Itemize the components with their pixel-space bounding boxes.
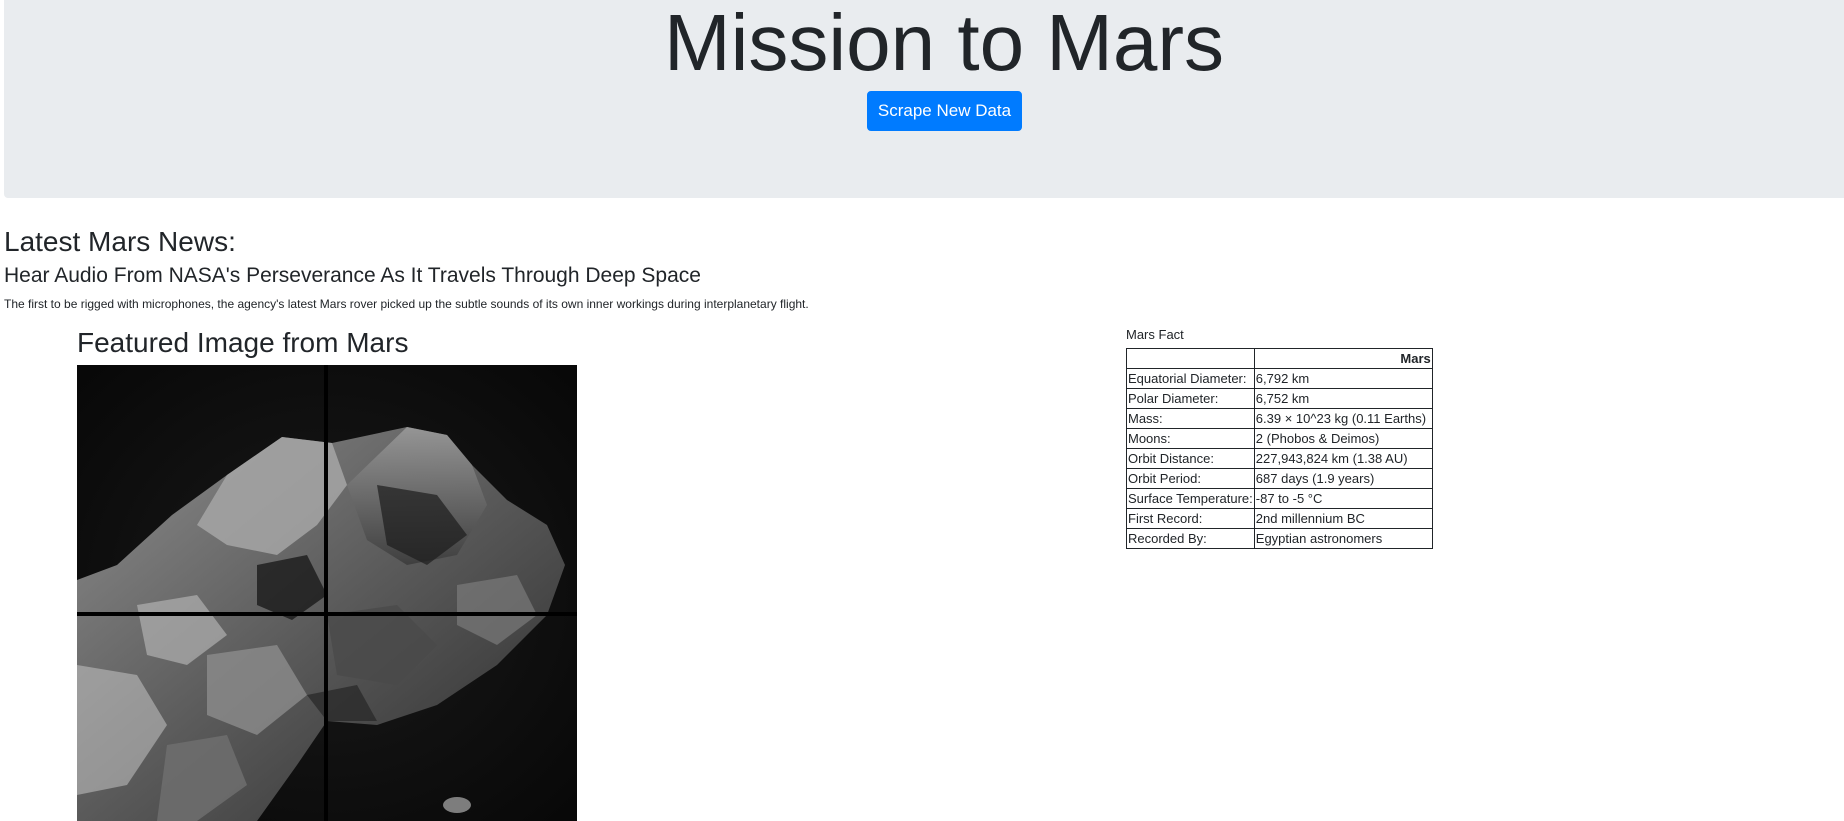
fact-label: First Record: [1126, 508, 1255, 529]
featured-image-heading: Featured Image from Mars [77, 327, 409, 358]
fact-value: 6,792 km [1253, 368, 1433, 389]
table-row: Orbit Period: 687 days (1.9 years) [1126, 468, 1433, 489]
table-header-mars: Mars [1253, 348, 1433, 369]
table-row: Equatorial Diameter: 6,792 km [1126, 368, 1433, 389]
mars-facts-table: Mars Equatorial Diameter: 6,792 km Polar… [1126, 348, 1433, 549]
table-row: Mass: 6.39 × 10^23 kg (0.11 Earths) [1126, 408, 1433, 429]
table-row: Surface Temperature: -87 to -5 °C [1126, 488, 1433, 509]
fact-value: Egyptian astronomers [1253, 528, 1433, 549]
fact-value: 687 days (1.9 years) [1253, 468, 1433, 489]
table-header-blank [1126, 348, 1255, 369]
fact-value: 227,943,824 km (1.38 AU) [1253, 448, 1433, 469]
facts-caption: Mars Fact [1126, 327, 1184, 342]
fact-label: Orbit Distance: [1126, 448, 1255, 469]
fact-label: Mass: [1126, 408, 1255, 429]
table-header-row: Mars [1126, 348, 1433, 369]
news-section-heading: Latest Mars News: [4, 226, 236, 257]
fact-value: 2nd millennium BC [1253, 508, 1433, 529]
table-row: Polar Diameter: 6,752 km [1126, 388, 1433, 409]
fact-label: Equatorial Diameter: [1126, 368, 1255, 389]
table-row: Moons: 2 (Phobos & Deimos) [1126, 428, 1433, 449]
fact-value: -87 to -5 °C [1253, 488, 1433, 509]
news-title: Hear Audio From NASA's Perseverance As I… [4, 264, 701, 287]
fact-value: 6,752 km [1253, 388, 1433, 409]
fact-label: Surface Temperature: [1126, 488, 1255, 509]
table-row: Orbit Distance: 227,943,824 km (1.38 AU) [1126, 448, 1433, 469]
fact-value: 2 (Phobos & Deimos) [1253, 428, 1433, 449]
jumbotron: Mission to Mars Scrape New Data [4, 0, 1844, 198]
scrape-new-data-button[interactable]: Scrape New Data [867, 91, 1022, 131]
fact-label: Moons: [1126, 428, 1255, 449]
fact-label: Polar Diameter: [1126, 388, 1255, 409]
fact-label: Recorded By: [1126, 528, 1255, 549]
table-row: Recorded By: Egyptian astronomers [1126, 528, 1433, 549]
fact-value: 6.39 × 10^23 kg (0.11 Earths) [1253, 408, 1433, 429]
page-title: Mission to Mars [663, 0, 1225, 87]
fact-label: Orbit Period: [1126, 468, 1255, 489]
featured-image [77, 365, 577, 821]
news-teaser: The first to be rigged with microphones,… [4, 297, 809, 311]
table-row: First Record: 2nd millennium BC [1126, 508, 1433, 529]
